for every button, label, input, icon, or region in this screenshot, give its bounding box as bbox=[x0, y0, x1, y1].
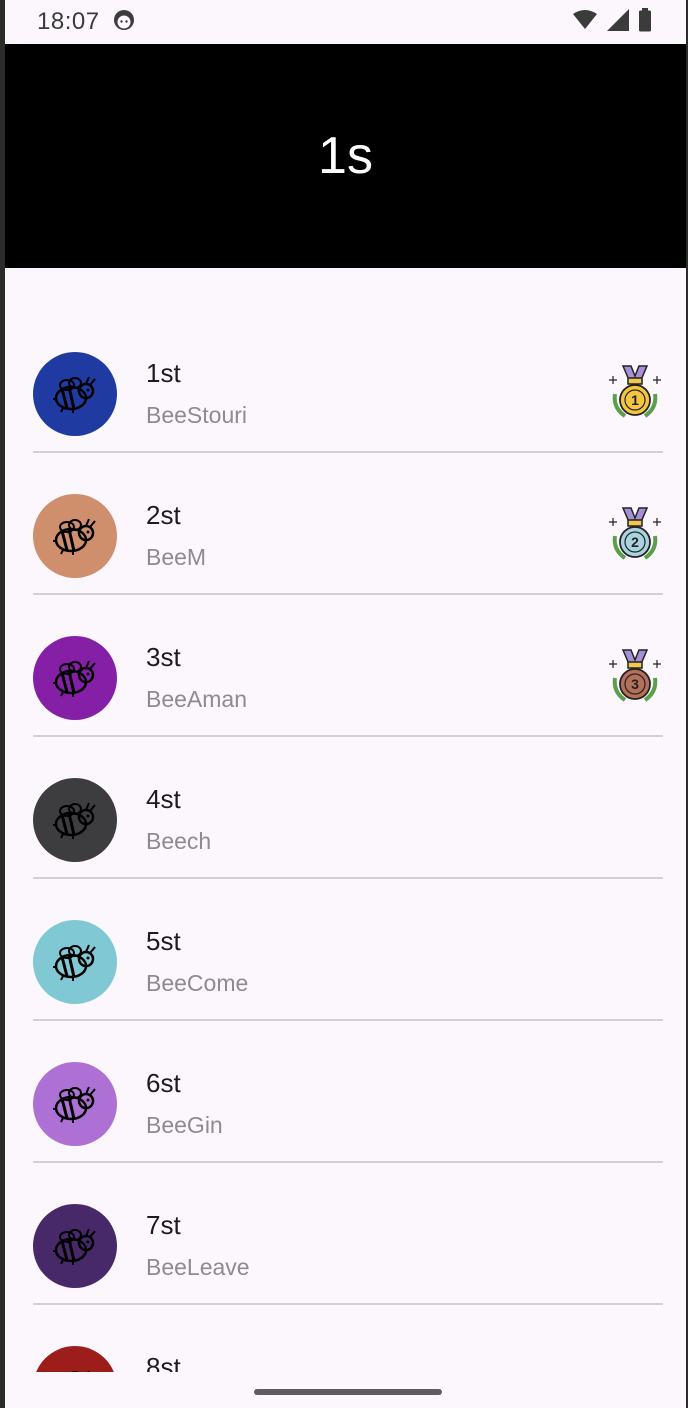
bee-icon bbox=[71, 1370, 90, 1372]
leaderboard-list[interactable]: 1st BeeStouri 1 2st BeeM 2 3st BeeAman 3… bbox=[5, 310, 686, 1372]
bee-icon bbox=[53, 944, 96, 981]
player-name: BeeLeave bbox=[146, 1254, 250, 1280]
bee-icon bbox=[53, 376, 96, 413]
medal-2-icon: 2 bbox=[609, 507, 661, 560]
header-title: 1s bbox=[318, 127, 373, 185]
bee-avatar bbox=[33, 494, 117, 578]
svg-text:1: 1 bbox=[631, 392, 639, 408]
player-name: Beech bbox=[146, 828, 212, 854]
player-name: BeeAman bbox=[146, 686, 248, 712]
timer-header: 1s bbox=[5, 44, 686, 268]
leaderboard-row-7[interactable]: 7st BeeLeave bbox=[5, 1162, 686, 1305]
rank-label: 3st bbox=[146, 642, 181, 672]
bee-icon bbox=[53, 802, 96, 839]
medal-3-icon: 3 bbox=[609, 649, 661, 702]
notification-face-icon bbox=[112, 8, 136, 37]
rank-label: 7st bbox=[146, 1210, 181, 1240]
leaderboard-row-1[interactable]: 1st BeeStouri 1 bbox=[5, 310, 686, 453]
leaderboard-row-4[interactable]: 4st Beech bbox=[5, 736, 686, 879]
medal-1-icon: 1 bbox=[609, 365, 661, 418]
status-left: 18:07 bbox=[37, 8, 136, 37]
rank-label: 1st bbox=[146, 358, 181, 388]
rank-label: 8st bbox=[146, 1352, 181, 1372]
home-gesture-bar[interactable] bbox=[254, 1389, 442, 1395]
leaderboard-row-5[interactable]: 5st BeeCome bbox=[5, 878, 686, 1021]
cell-signal-icon bbox=[606, 8, 630, 36]
bee-icon bbox=[53, 1228, 96, 1265]
rank-label: 5st bbox=[146, 926, 181, 956]
leaderboard-row-3[interactable]: 3st BeeAman 3 bbox=[5, 594, 686, 737]
status-time: 18:07 bbox=[37, 8, 100, 35]
bee-icon bbox=[53, 1086, 96, 1123]
player-name: BeeCome bbox=[146, 970, 249, 996]
bee-avatar bbox=[33, 778, 117, 862]
leaderboard-row-2[interactable]: 2st BeeM 2 bbox=[5, 452, 686, 595]
leaderboard-row-6[interactable]: 6st BeeGin bbox=[5, 1020, 686, 1163]
bee-avatar bbox=[33, 636, 117, 720]
status-bar: 18:07 bbox=[5, 0, 686, 44]
bee-icon bbox=[53, 518, 96, 555]
bee-avatar bbox=[33, 352, 117, 436]
rank-label: 6st bbox=[146, 1068, 181, 1098]
leaderboard-row-8[interactable]: 8st bbox=[5, 1304, 686, 1372]
player-name: BeeM bbox=[146, 544, 207, 570]
svg-text:3: 3 bbox=[631, 676, 639, 692]
svg-text:2: 2 bbox=[631, 534, 639, 550]
player-name: BeeGin bbox=[146, 1112, 223, 1138]
bee-icon bbox=[53, 660, 96, 697]
wifi-icon bbox=[572, 9, 598, 35]
rank-label: 2st bbox=[146, 500, 181, 530]
status-right bbox=[572, 7, 652, 37]
bee-avatar bbox=[33, 920, 117, 1004]
bee-avatar bbox=[33, 1062, 117, 1146]
rank-label: 4st bbox=[146, 784, 181, 814]
bee-avatar bbox=[33, 1346, 117, 1372]
bee-avatar bbox=[33, 1204, 117, 1288]
player-name: BeeStouri bbox=[146, 402, 248, 428]
battery-icon bbox=[638, 7, 652, 37]
